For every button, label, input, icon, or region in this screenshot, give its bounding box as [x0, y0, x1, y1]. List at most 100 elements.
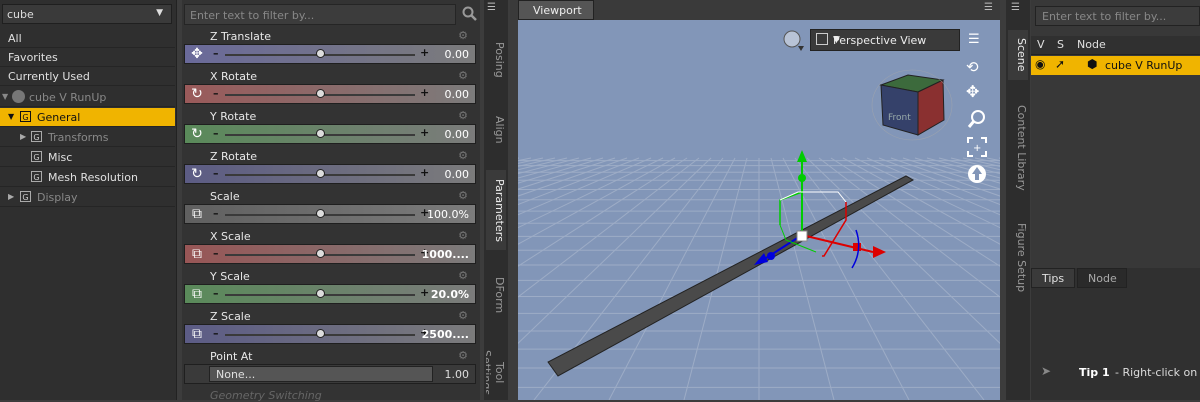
gear-icon[interactable]: ⚙	[458, 229, 468, 242]
param-slider[interactable]: ⧉ – +1000....	[184, 244, 476, 264]
param-value[interactable]: 0.00	[445, 168, 470, 181]
slider-knob[interactable]	[316, 289, 325, 298]
tree-item-display[interactable]: ▶ G Display	[0, 188, 175, 207]
point-at-button[interactable]: None...	[209, 366, 433, 382]
search-icon[interactable]	[462, 6, 478, 22]
view-mode-dropdown[interactable]: Perspective View ▼	[810, 29, 960, 51]
param-slider[interactable]: ⧉ – +20.0%	[184, 284, 476, 304]
slider-knob[interactable]	[316, 129, 325, 138]
column-node[interactable]: Node	[1077, 38, 1106, 51]
svg-text:+: +	[973, 143, 981, 154]
tree-item-transforms[interactable]: ▶ G Transforms	[0, 128, 175, 147]
expand-down-icon[interactable]: ▼	[2, 92, 8, 101]
increment-button[interactable]: +	[420, 86, 429, 99]
slider-knob[interactable]	[316, 169, 325, 178]
tab-parameters[interactable]: Parameters	[486, 170, 506, 250]
param-value[interactable]: 0.00	[445, 128, 470, 141]
parameter-filter-input[interactable]: Enter text to filter by...	[184, 4, 456, 25]
viewport-options-icon[interactable]: ☰	[968, 32, 980, 47]
gear-icon[interactable]: ⚙	[458, 189, 468, 202]
tab-tips[interactable]: Tips	[1031, 268, 1075, 288]
select-arrow-icon[interactable]: ➚	[1055, 57, 1065, 71]
param-slider[interactable]: ↻ – +0.00	[184, 164, 476, 184]
tab-dform[interactable]: DForm	[486, 270, 506, 320]
decrement-button[interactable]: –	[213, 207, 219, 220]
expand-down-icon[interactable]: ▼	[8, 112, 14, 121]
slider-knob[interactable]	[316, 329, 325, 338]
param-slider[interactable]: ↻ – +0.00	[184, 124, 476, 144]
point-at-field[interactable]: None... 1.00	[184, 364, 476, 384]
viewport-menu-icon[interactable]: ☰	[984, 2, 993, 13]
gear-icon[interactable]: ⚙	[458, 149, 468, 162]
tree-item-all[interactable]: All	[0, 29, 175, 48]
gear-icon[interactable]: ⚙	[458, 69, 468, 82]
gear-icon[interactable]: ⚙	[458, 349, 468, 362]
camera-orb-icon[interactable]	[782, 29, 806, 53]
column-visible[interactable]: V	[1037, 38, 1045, 51]
reset-view-icon[interactable]	[966, 163, 988, 185]
gear-icon[interactable]: ⚙	[458, 29, 468, 42]
param-value[interactable]: 0.00	[445, 48, 470, 61]
param-value[interactable]: 1000....	[422, 248, 469, 261]
tree-item-misc[interactable]: G Misc	[0, 148, 175, 167]
param-value[interactable]: 2500....	[422, 328, 469, 341]
orbit-icon[interactable]: ⟲	[966, 58, 979, 76]
decrement-button[interactable]: –	[213, 47, 219, 60]
node-icon	[12, 90, 25, 103]
decrement-button[interactable]: –	[213, 127, 219, 140]
slider-knob[interactable]	[316, 209, 325, 218]
tab-viewport[interactable]: Viewport	[518, 0, 594, 20]
scene-node-row[interactable]: ◉ ➚ ⬢ cube V RunUp	[1031, 56, 1200, 75]
eye-icon[interactable]: ◉	[1035, 57, 1045, 71]
tab-scene[interactable]: Scene	[1008, 30, 1028, 80]
expand-right-icon[interactable]: ▶	[20, 132, 26, 141]
param-slider[interactable]: ✥ – +0.00	[184, 44, 476, 64]
translate-icon: ✥	[191, 46, 203, 62]
decrement-button[interactable]: –	[213, 87, 219, 100]
increment-button[interactable]: +	[420, 46, 429, 59]
tree-item-node[interactable]: ▼ cube V RunUp	[0, 88, 175, 107]
param-value[interactable]: 20.0%	[431, 288, 469, 301]
tree-item-currently-used[interactable]: Currently Used	[0, 67, 175, 86]
increment-button[interactable]: +	[420, 166, 429, 179]
tab-content-library[interactable]: Content Library	[1008, 100, 1028, 195]
pan-icon[interactable]: ✥	[966, 82, 979, 101]
param-slider[interactable]: ⧉ – +100.0%	[184, 204, 476, 224]
slider-knob[interactable]	[316, 89, 325, 98]
decrement-button[interactable]: –	[213, 287, 219, 300]
slider-knob[interactable]	[316, 49, 325, 58]
menu-icon[interactable]: ☰	[1011, 2, 1020, 13]
decrement-button[interactable]: –	[213, 327, 219, 340]
tab-posing[interactable]: Posing	[486, 30, 506, 90]
frame-icon[interactable]: +	[966, 136, 988, 158]
pane-side-tabs: ☰ Posing Align Parameters DForm Tool Set…	[484, 0, 508, 400]
tree-item-mesh-resolution[interactable]: G Mesh Resolution	[0, 168, 175, 187]
param-slider[interactable]: ⧉ – +2500....	[184, 324, 476, 344]
tab-tool-settings[interactable]: Tool Settings	[486, 345, 506, 400]
gear-icon[interactable]: ⚙	[458, 109, 468, 122]
object-selector[interactable]: cube ▼	[2, 4, 172, 24]
gear-icon[interactable]: ⚙	[458, 309, 468, 322]
gear-icon[interactable]: ⚙	[458, 269, 468, 282]
tab-figure-setup[interactable]: Figure Setup	[1008, 215, 1028, 300]
increment-button[interactable]: +	[420, 126, 429, 139]
tree-item-general[interactable]: ▼ G General	[0, 108, 175, 127]
menu-icon[interactable]: ☰	[487, 2, 501, 13]
param-value[interactable]: 100.0%	[427, 208, 469, 221]
zoom-icon[interactable]	[966, 108, 988, 130]
tree-item-favorites[interactable]: Favorites	[0, 48, 175, 67]
tab-node[interactable]: Node	[1077, 268, 1127, 288]
increment-button[interactable]: +	[420, 286, 429, 299]
chevron-down-icon[interactable]: ▼	[156, 8, 163, 18]
scene-filter-input[interactable]: Enter text to filter by...	[1035, 6, 1200, 26]
tab-align[interactable]: Align	[486, 105, 506, 155]
param-slider[interactable]: ↻ – +0.00	[184, 84, 476, 104]
3d-viewport[interactable]: Front	[518, 20, 1000, 400]
decrement-button[interactable]: –	[213, 167, 219, 180]
param-value[interactable]: 0.00	[445, 88, 470, 101]
column-selectable[interactable]: S	[1057, 38, 1064, 51]
slider-knob[interactable]	[316, 249, 325, 258]
param-row: Z Scale ⚙ ⧉ – +2500....	[184, 308, 476, 348]
expand-right-icon[interactable]: ▶	[8, 192, 14, 201]
decrement-button[interactable]: –	[213, 247, 219, 260]
